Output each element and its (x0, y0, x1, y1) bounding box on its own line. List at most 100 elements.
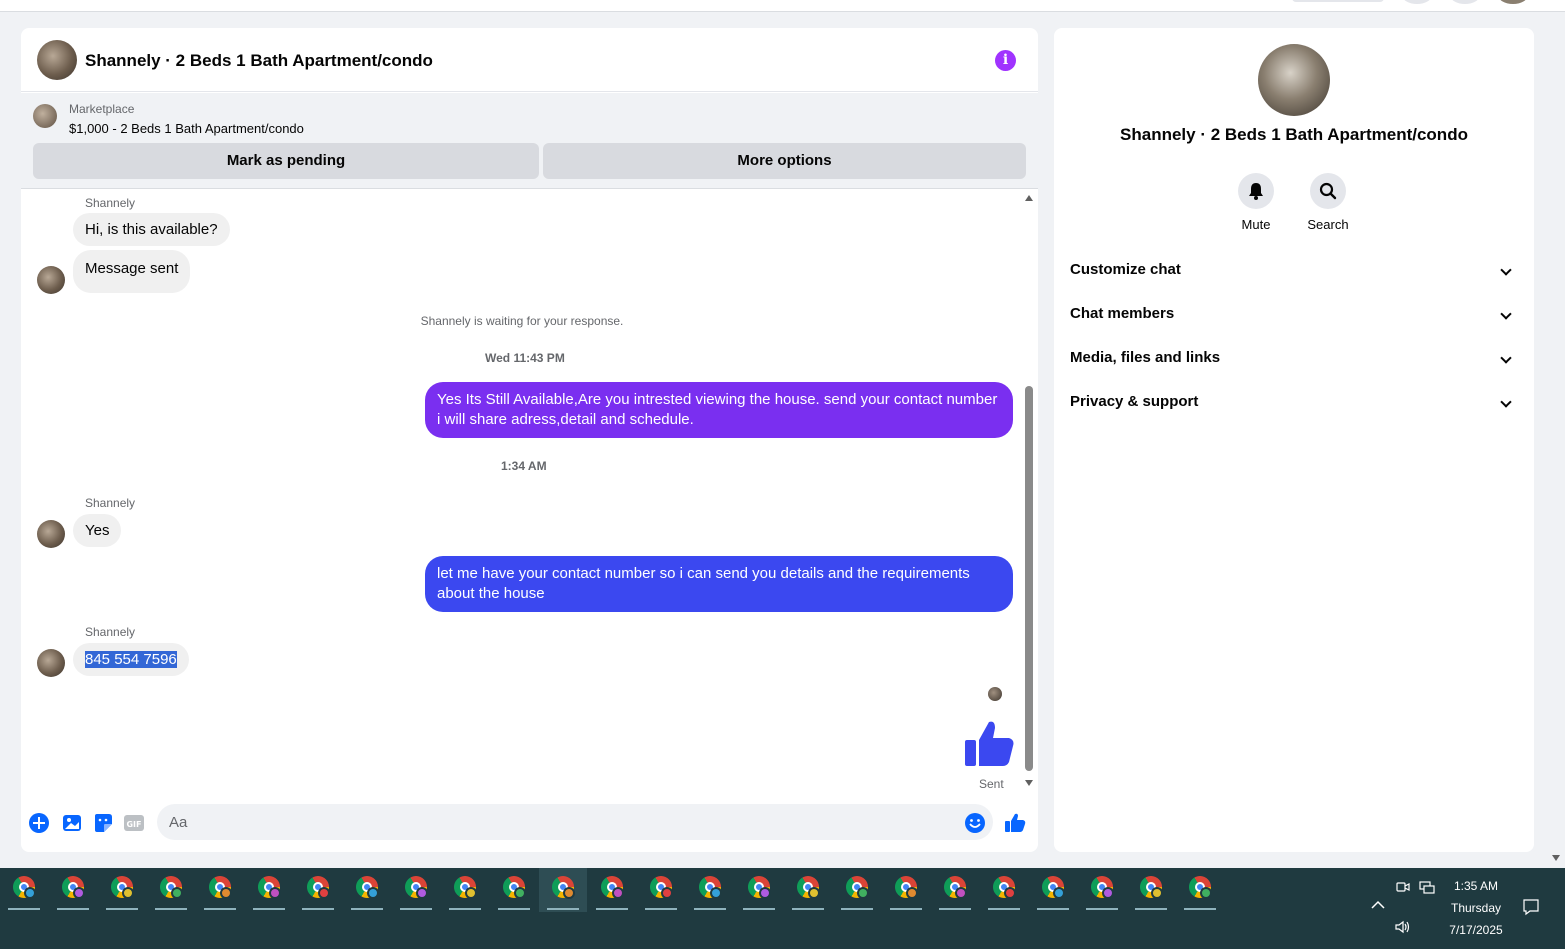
incoming-message[interactable]: Hi, is this available? (73, 213, 230, 246)
top-nav-pill[interactable] (1292, 0, 1384, 2)
info-icon[interactable]: i (995, 50, 1016, 71)
taskbar-chrome-window[interactable] (1176, 868, 1224, 912)
profile-badge-icon (955, 887, 967, 899)
page-scroll-down-arrow[interactable] (1552, 855, 1560, 861)
taskbar-chrome-window[interactable] (539, 868, 587, 912)
outgoing-message[interactable]: let me have your contact number so i can… (425, 556, 1013, 612)
profile-badge-icon (416, 887, 428, 899)
thumbs-up-icon[interactable] (963, 718, 1015, 770)
mute-button[interactable]: Mute (1226, 173, 1286, 232)
section-label: Privacy & support (1070, 393, 1199, 410)
running-indicator (792, 908, 824, 910)
listing-title[interactable]: $1,000 - 2 Beds 1 Bath Apartment/condo (69, 121, 304, 136)
taskbar-chrome-window[interactable] (441, 868, 489, 912)
taskbar-chrome-window[interactable] (1078, 868, 1126, 912)
customize-chat-section[interactable]: Customize chat (1070, 252, 1518, 288)
taskbar-chrome-window[interactable] (49, 868, 97, 912)
taskbar-chrome-window[interactable] (343, 868, 391, 912)
taskbar-chrome-window[interactable] (1127, 868, 1175, 912)
profile-badge-icon (710, 887, 722, 899)
taskbar-chrome-window[interactable] (833, 868, 881, 912)
chevron-up-icon[interactable] (1371, 900, 1385, 910)
chat-panel: Shannely · 2 Beds 1 Bath Apartment/condo… (21, 28, 1038, 852)
taskbar-chrome-window[interactable] (196, 868, 244, 912)
incoming-message[interactable]: Yes (73, 514, 122, 547)
taskbar-chrome-window[interactable] (245, 868, 293, 912)
message-input[interactable] (157, 804, 993, 840)
chat-info-avatar[interactable] (1258, 44, 1330, 116)
volume-icon[interactable] (1394, 920, 1412, 934)
taskbar-chrome-window[interactable] (147, 868, 195, 912)
scroll-up-arrow[interactable] (1025, 195, 1033, 201)
gif-icon[interactable]: GIF (123, 812, 145, 834)
running-indicator (890, 908, 922, 910)
taskbar-chrome-window[interactable] (1029, 868, 1077, 912)
running-indicator (106, 908, 138, 910)
message-list[interactable]: Shannely Hi, is this available? Message … (21, 190, 1038, 790)
chat-members-section[interactable]: Chat members (1070, 296, 1518, 332)
clock-date[interactable]: 7/17/2025 (1440, 923, 1512, 937)
like-icon[interactable] (1004, 812, 1026, 834)
taskbar-chrome-window[interactable] (98, 868, 146, 912)
taskbar-chrome-window[interactable] (735, 868, 783, 912)
sender-avatar[interactable] (37, 266, 65, 294)
running-indicator (8, 908, 40, 910)
taskbar-chrome-window[interactable] (784, 868, 832, 912)
search-button[interactable]: Search (1298, 173, 1358, 232)
bell-icon (1249, 183, 1263, 200)
meet-now-icon[interactable] (1396, 880, 1410, 894)
chevron-down-icon (1500, 264, 1512, 276)
running-indicator (645, 908, 677, 910)
sender-name: Shannely (85, 196, 136, 210)
profile-avatar[interactable] (1498, 0, 1528, 4)
profile-badge-icon (759, 887, 771, 899)
photo-icon[interactable] (61, 812, 83, 834)
profile-badge-icon (563, 887, 575, 899)
privacy-support-section[interactable]: Privacy & support (1070, 384, 1518, 420)
clock-time[interactable]: 1:35 AM (1440, 879, 1512, 893)
profile-badge-icon (122, 887, 134, 899)
taskbar-chrome-window[interactable] (637, 868, 685, 912)
top-nav-button[interactable] (1402, 0, 1432, 4)
plus-icon[interactable] (28, 812, 50, 834)
selected-phone-number[interactable]: 845 554 7596 (85, 651, 177, 668)
sender-avatar[interactable] (37, 649, 65, 677)
emoji-icon[interactable] (964, 812, 986, 834)
taskbar-chrome-window[interactable] (686, 868, 734, 912)
taskbar-chrome-window[interactable] (588, 868, 636, 912)
incoming-message[interactable]: 845 554 7596 (73, 643, 189, 676)
sticker-icon[interactable] (92, 812, 114, 834)
message-scrollbar[interactable] (1022, 193, 1036, 790)
scroll-thumb[interactable] (1025, 386, 1033, 771)
taskbar-chrome-window[interactable] (294, 868, 342, 912)
taskbar (0, 868, 1565, 949)
chat-avatar[interactable] (37, 40, 77, 80)
profile-badge-icon (1053, 887, 1065, 899)
mark-as-pending-button[interactable]: Mark as pending (33, 143, 539, 179)
sender-avatar[interactable] (37, 520, 65, 548)
taskbar-chrome-window[interactable] (392, 868, 440, 912)
running-indicator (743, 908, 775, 910)
taskbar-chrome-window[interactable] (980, 868, 1028, 912)
profile-badge-icon (514, 887, 526, 899)
top-nav-button[interactable] (1450, 0, 1480, 4)
more-options-button[interactable]: More options (543, 143, 1026, 179)
clock-day[interactable]: Thursday (1440, 901, 1512, 915)
incoming-message[interactable]: Message sent (73, 250, 191, 293)
scroll-down-arrow[interactable] (1025, 780, 1033, 786)
media-files-links-section[interactable]: Media, files and links (1070, 340, 1518, 376)
listing-thumbnail[interactable] (33, 104, 57, 128)
timestamp: 1:34 AM (501, 459, 547, 473)
taskbar-chrome-window[interactable] (0, 868, 48, 912)
taskbar-chrome-window[interactable] (931, 868, 979, 912)
network-icon[interactable] (1419, 880, 1435, 894)
taskbar-chrome-window[interactable] (882, 868, 930, 912)
profile-badge-icon (220, 887, 232, 899)
chat-title[interactable]: Shannely · 2 Beds 1 Bath Apartment/condo (85, 51, 433, 71)
notification-icon[interactable] (1522, 898, 1540, 916)
outgoing-message[interactable]: Yes Its Still Available,Are you intreste… (425, 382, 1013, 438)
profile-badge-icon (808, 887, 820, 899)
running-indicator (351, 908, 383, 910)
taskbar-chrome-window[interactable] (490, 868, 538, 912)
chevron-down-icon (1500, 352, 1512, 364)
